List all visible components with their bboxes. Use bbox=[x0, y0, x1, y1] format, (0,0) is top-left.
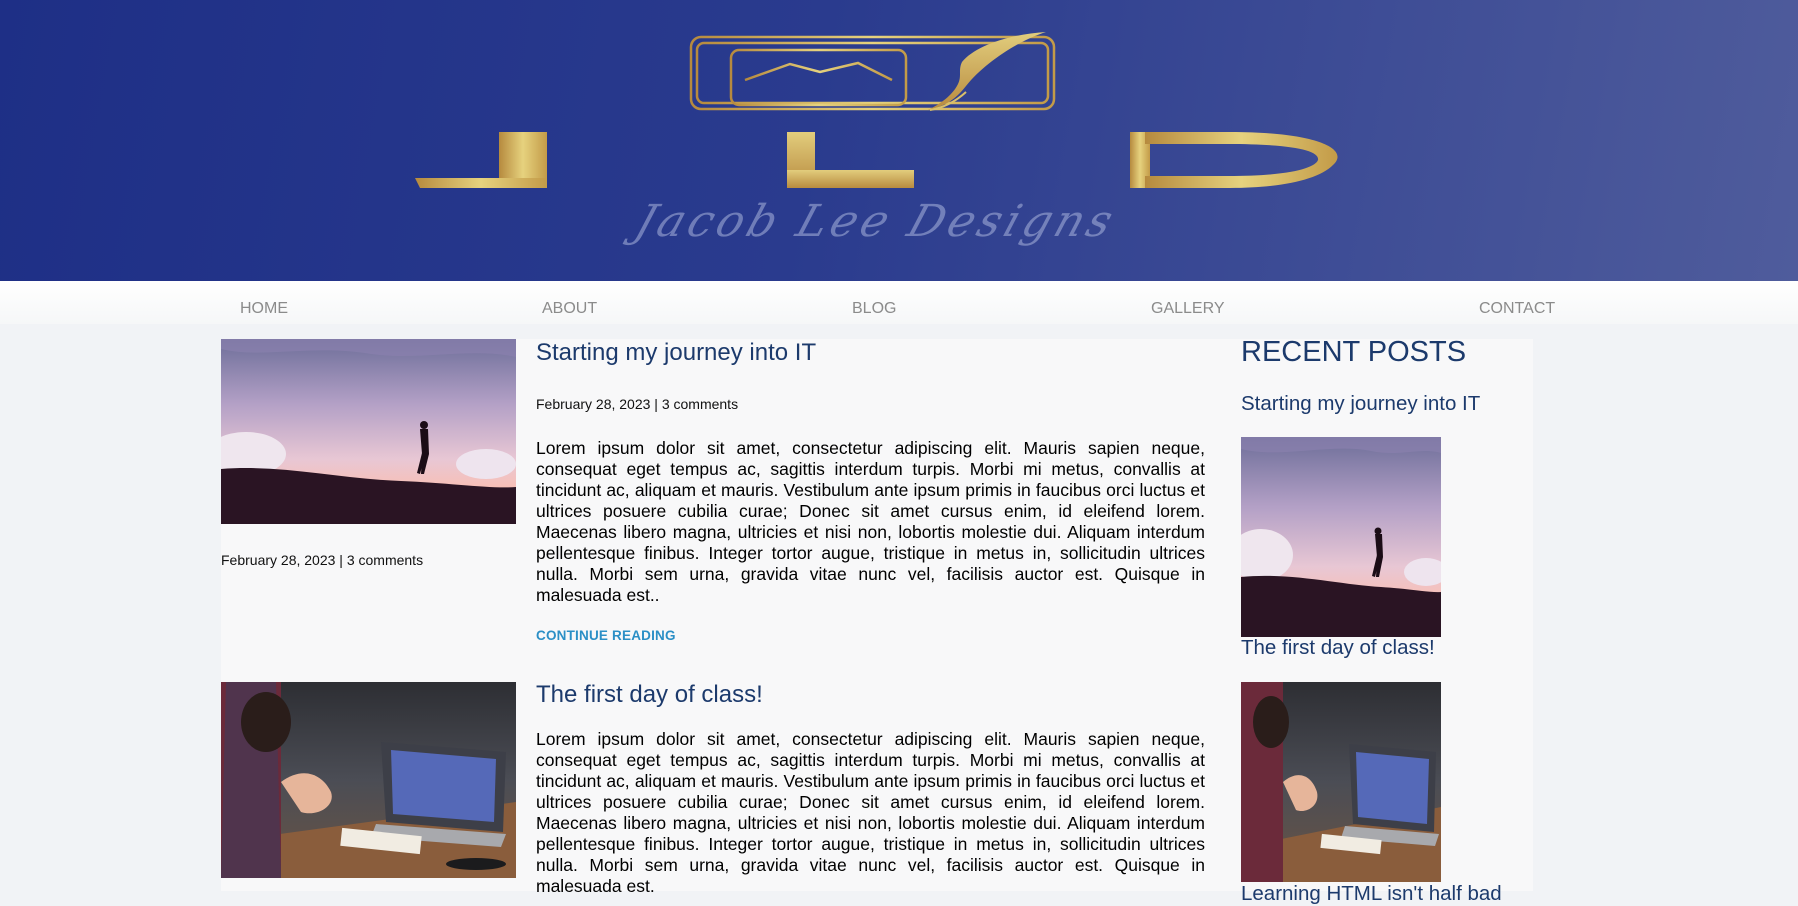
sidebar-post-link-3[interactable]: Learning HTML isn't half bad bbox=[1241, 882, 1502, 906]
logo-letter-j bbox=[415, 132, 547, 188]
post-title[interactable]: Starting my journey into IT bbox=[536, 339, 816, 367]
nav-contact[interactable]: CONTACT bbox=[1479, 300, 1555, 318]
post-excerpt-2: Lorem ipsum dolor sit amet, consectetur … bbox=[536, 729, 1205, 896]
sidebar-post-link-2[interactable]: The first day of class! bbox=[1241, 636, 1435, 660]
nav-about[interactable]: ABOUT bbox=[542, 300, 597, 318]
post-image-class[interactable] bbox=[221, 682, 516, 878]
logo-letter-l bbox=[787, 132, 914, 188]
post-title-2[interactable]: The first day of class! bbox=[536, 681, 763, 709]
sidebar-post-image-hiker[interactable] bbox=[1241, 437, 1441, 637]
nav-blog[interactable]: BLOG bbox=[852, 300, 896, 318]
sidebar-post-image-class[interactable] bbox=[1241, 682, 1441, 882]
continue-reading-link[interactable]: CONTINUE READING bbox=[536, 628, 676, 643]
post-excerpt: Lorem ipsum dolor sit amet, consectetur … bbox=[536, 438, 1205, 605]
logo-letter-d bbox=[1130, 132, 1338, 188]
post-side-meta: February 28, 2023 | 3 comments bbox=[221, 552, 424, 568]
nav-gallery[interactable]: GALLERY bbox=[1151, 300, 1225, 318]
sidebar-post-link-1[interactable]: Starting my journey into IT bbox=[1241, 392, 1480, 416]
post-meta: February 28, 2023 | 3 comments bbox=[536, 396, 739, 412]
nav-home[interactable]: HOME bbox=[240, 300, 288, 318]
logo-script-text: Jacob Lee Designs bbox=[628, 196, 1124, 247]
post-image-hiker[interactable] bbox=[221, 339, 516, 524]
site-header: Jacob Lee Designs bbox=[0, 0, 1798, 281]
sidebar-heading: RECENT POSTS bbox=[1241, 336, 1467, 368]
